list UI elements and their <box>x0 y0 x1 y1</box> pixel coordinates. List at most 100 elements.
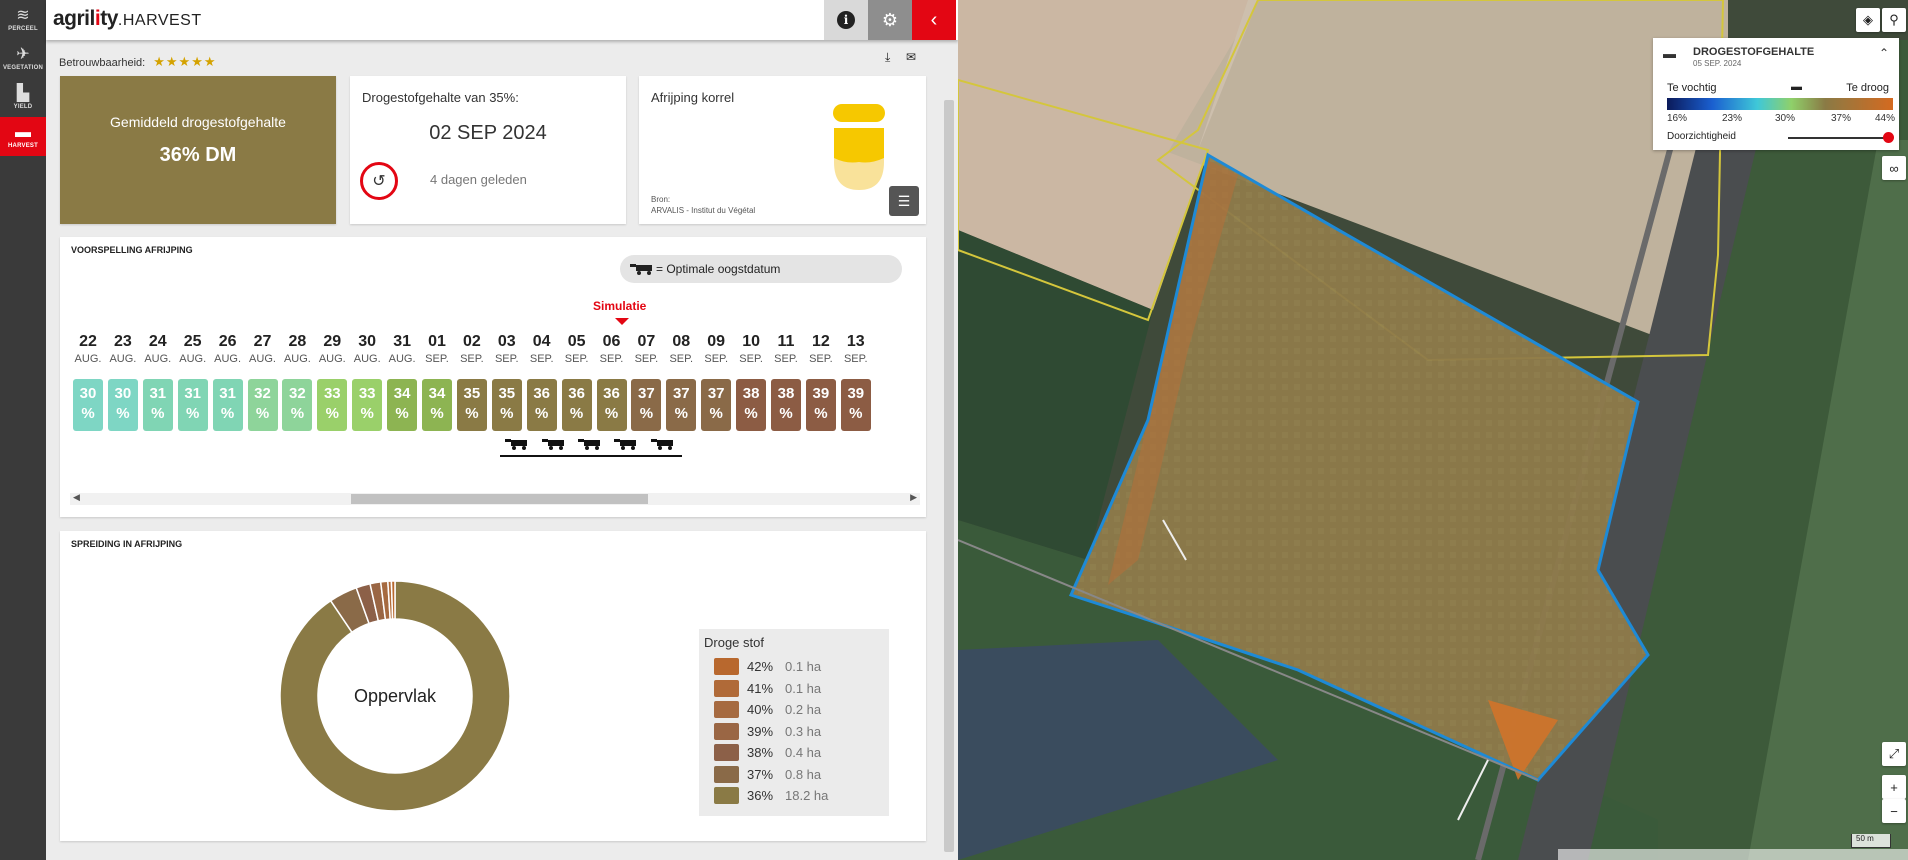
download-icon[interactable]: ⤓ <box>885 50 890 65</box>
collapse-panel-button[interactable]: ‹ <box>912 0 956 40</box>
day-month: SEP. <box>634 353 659 365</box>
day-dm-value: 35% <box>456 379 487 431</box>
top-bar: agrility.HARVEST i ⚙ ‹ <box>46 0 958 40</box>
forecast-day[interactable]: 03 SEP. 35% <box>490 333 524 431</box>
forecast-day[interactable]: 07 SEP. 37% <box>629 333 663 431</box>
legend-pct: 36% <box>747 788 774 804</box>
chevron-left-icon: ‹ <box>930 8 938 31</box>
map-attribution <box>1558 849 1908 860</box>
compare-button[interactable]: ∞ <box>1882 156 1906 180</box>
dm-legend-row: 37% 0.8 ha <box>699 764 889 786</box>
satellite-map[interactable]: ◈ ⚲ ▬ DROGESTOFGEHALTE 05 SEP. 2024 ⌃ Te… <box>958 0 1908 860</box>
dm-legend-title: Droge stof <box>704 635 764 650</box>
ripening-source: Bron: ARVALIS - Institut du Végétal <box>651 195 756 215</box>
dm-legend-row: 42% 0.1 ha <box>699 656 889 678</box>
day-number: 08 <box>672 333 691 350</box>
settings-button[interactable]: ⚙ <box>868 0 912 40</box>
forecast-day[interactable]: 26 AUG. 31% <box>211 333 245 431</box>
forecast-day[interactable]: 10 SEP. 38% <box>734 333 768 431</box>
forecast-day[interactable]: 28 AUG. 32% <box>280 333 314 431</box>
horizontal-scrollbar[interactable]: ◀ ▶ <box>70 492 920 505</box>
grain-kernel-icon <box>833 104 885 190</box>
forecast-day[interactable]: 08 SEP. 37% <box>664 333 698 431</box>
nav-perceel[interactable]: ≋ PERCEEL <box>0 0 46 39</box>
day-number: 12 <box>811 333 830 350</box>
spread-title: SPREIDING IN AFRIJPING <box>71 539 183 549</box>
nav-yield[interactable]: ▙ YIELD <box>0 78 46 117</box>
forecast-day[interactable]: 22 AUG. 30% <box>71 333 105 431</box>
day-dm-value: 32% <box>247 379 278 431</box>
fullscreen-button[interactable]: ⤢ <box>1882 742 1906 766</box>
forecast-day[interactable]: 09 SEP. 37% <box>699 333 733 431</box>
forecast-day[interactable]: 31 AUG. 34% <box>385 333 419 431</box>
day-number: 23 <box>113 333 132 350</box>
app: ≋ PERCEEL ✈ VEGETATION ▙ YIELD ▬ HARVEST agrili… <box>0 0 1908 860</box>
collapse-legend-icon[interactable]: ⌃ <box>1879 46 1889 60</box>
info-button[interactable]: i <box>824 0 868 40</box>
day-number: 27 <box>253 333 272 350</box>
panel-scrollbar[interactable] <box>944 100 954 852</box>
day-number: 24 <box>148 333 167 350</box>
reset-icon[interactable]: ↺ <box>360 162 398 200</box>
legend-swatch <box>714 744 739 762</box>
reliability: Betrouwbaarheid: ★★★★★ <box>59 54 217 70</box>
nav-label: YIELD <box>13 104 33 110</box>
average-dm-card: Gemiddeld drogestofgehalte 36% DM <box>60 76 336 224</box>
forecast-day[interactable]: 02 SEP. 35% <box>455 333 489 431</box>
forecast-day[interactable]: 11 SEP. 38% <box>769 333 803 431</box>
ripening-title: Afrijping korrel <box>651 90 735 105</box>
field-icon: ≋ <box>16 7 30 24</box>
day-number: 22 <box>79 333 97 350</box>
day-month: SEP. <box>774 353 798 365</box>
map-search-button[interactable]: ⚲ <box>1882 8 1906 32</box>
nav-harvest[interactable]: ▬ HARVEST <box>0 117 46 156</box>
day-month: SEP. <box>809 353 833 365</box>
scroll-left-icon[interactable]: ◀ <box>73 492 80 503</box>
zoom-in-button[interactable]: + <box>1882 775 1906 799</box>
nav-label: HARVEST <box>8 143 38 149</box>
day-month: SEP. <box>669 353 694 365</box>
scroll-right-icon[interactable]: ▶ <box>910 492 917 503</box>
opacity-slider-knob[interactable] <box>1883 132 1894 143</box>
day-month: SEP. <box>599 353 624 365</box>
day-dm-value: 32% <box>282 379 313 431</box>
mail-icon[interactable]: ✉ <box>906 50 916 64</box>
day-number: 02 <box>462 333 481 350</box>
satellite-icon: ✈ <box>16 46 30 63</box>
day-month: AUG. <box>318 353 346 365</box>
forecast-day[interactable]: 06 SEP. 36% <box>595 333 629 431</box>
forecast-day[interactable]: 25 AUG. 31% <box>176 333 210 431</box>
forecast-day[interactable]: 05 SEP. 36% <box>560 333 594 431</box>
day-month: AUG. <box>214 353 242 365</box>
day-dm-value: 39% <box>805 379 836 431</box>
scale-tick: 44% <box>1875 113 1896 124</box>
forecast-day[interactable]: 04 SEP. 36% <box>525 333 559 431</box>
zoom-out-button[interactable]: − <box>1882 799 1906 823</box>
day-month: AUG. <box>283 353 311 365</box>
list-button[interactable]: ☰ <box>889 186 919 216</box>
layers-button[interactable]: ◈ <box>1856 8 1880 32</box>
reliability-label: Betrouwbaarheid: <box>59 57 146 69</box>
scroll-thumb[interactable] <box>351 494 648 504</box>
legend-area: 0.2 ha <box>785 702 822 718</box>
forecast-day[interactable]: 13 SEP. 39% <box>839 333 873 431</box>
day-number: 26 <box>218 333 237 350</box>
forecast-day[interactable]: 29 AUG. 33% <box>315 333 349 431</box>
day-dm-value: 37% <box>631 379 662 431</box>
scale-tick: 23% <box>1722 113 1743 124</box>
forecast-day[interactable]: 27 AUG. 32% <box>246 333 280 431</box>
target-date-title: Drogestofgehalte van 35%: <box>362 90 519 105</box>
layers-icon: ◈ <box>1863 12 1873 27</box>
opacity-slider[interactable] <box>1788 137 1888 139</box>
day-month: AUG. <box>109 353 137 365</box>
forecast-day[interactable]: 24 AUG. 31% <box>141 333 175 431</box>
forecast-day[interactable]: 12 SEP. 39% <box>804 333 838 431</box>
day-number: 09 <box>707 333 726 350</box>
day-dm-value: 30% <box>107 379 138 431</box>
day-number: 10 <box>742 333 760 350</box>
day-number: 04 <box>532 333 551 350</box>
forecast-day[interactable]: 01 SEP. 34% <box>420 333 454 431</box>
forecast-day[interactable]: 30 AUG. 33% <box>350 333 384 431</box>
forecast-day[interactable]: 23 AUG. 30% <box>106 333 140 431</box>
nav-vegetation[interactable]: ✈ VEGETATION <box>0 39 46 78</box>
